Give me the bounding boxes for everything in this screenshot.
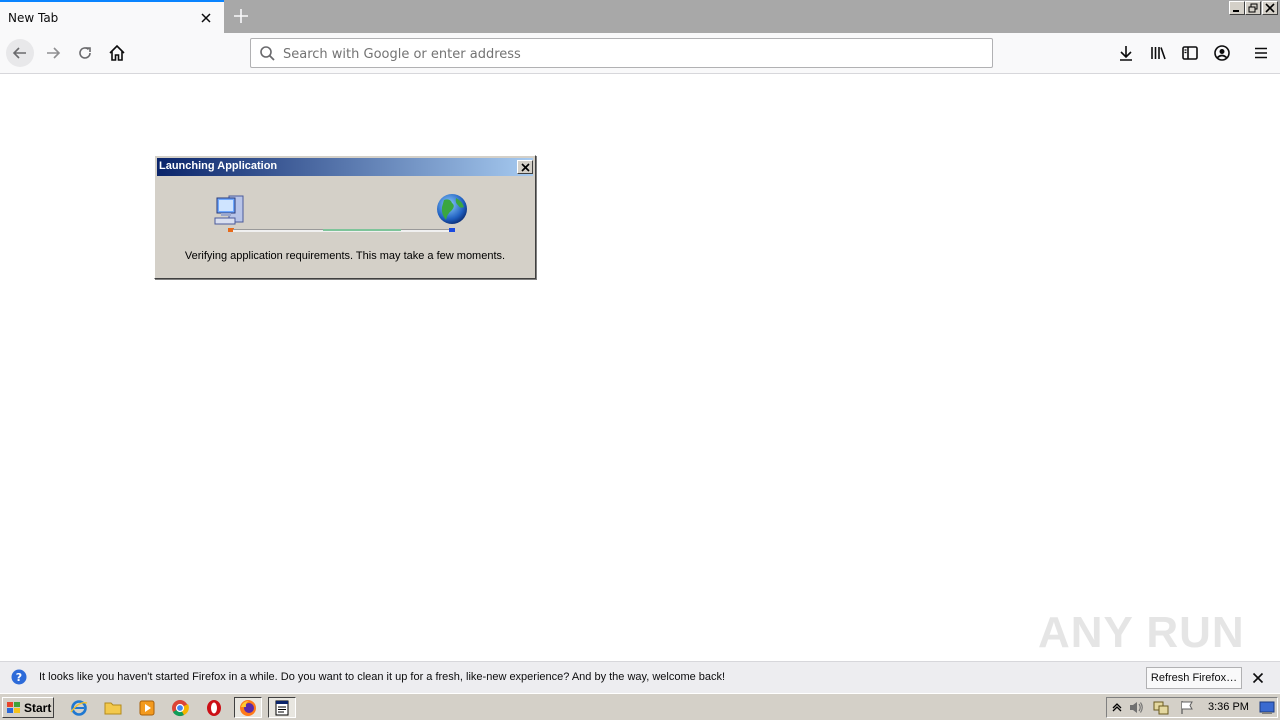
launching-application-dialog: Launching Application Verifying applicat… bbox=[154, 155, 536, 279]
url-bar[interactable] bbox=[250, 38, 993, 68]
home-button[interactable] bbox=[103, 39, 131, 67]
launcher-dialog-task[interactable] bbox=[268, 697, 296, 718]
close-icon bbox=[1265, 3, 1275, 13]
ie-icon bbox=[70, 700, 88, 716]
close-icon[interactable] bbox=[198, 10, 214, 26]
opera-icon bbox=[207, 700, 221, 716]
tray-expand-icon[interactable] bbox=[1111, 701, 1123, 713]
dialog-titlebar[interactable]: Launching Application bbox=[157, 158, 533, 176]
minimize-icon bbox=[1233, 10, 1239, 12]
question-icon: ? bbox=[11, 669, 27, 685]
globe-icon bbox=[437, 194, 467, 232]
network-icon[interactable] bbox=[1153, 700, 1169, 715]
refresh-firefox-button[interactable]: Refresh Firefox… bbox=[1146, 667, 1242, 689]
hamburger-icon bbox=[1255, 47, 1267, 59]
download-icon bbox=[1120, 46, 1132, 61]
firefox-task[interactable] bbox=[234, 697, 262, 718]
chrome-launcher[interactable] bbox=[170, 698, 190, 718]
dialog-message: Verifying application requirements. This… bbox=[184, 250, 506, 262]
reload-button[interactable] bbox=[71, 39, 99, 67]
folder-icon bbox=[104, 702, 122, 715]
reload-icon bbox=[79, 47, 91, 59]
minimize-button[interactable] bbox=[1229, 1, 1245, 15]
firefox-icon bbox=[240, 699, 256, 716]
dialog-title: Launching Application bbox=[159, 160, 278, 172]
sidebar-icon bbox=[1182, 46, 1198, 60]
media-player-launcher[interactable] bbox=[137, 698, 157, 718]
watermark: ANY RUN bbox=[1038, 608, 1245, 657]
ie-launcher[interactable] bbox=[69, 698, 89, 718]
notification-message: It looks like you haven't started Firefo… bbox=[39, 671, 726, 683]
explorer-launcher[interactable] bbox=[103, 698, 123, 718]
restore-icon bbox=[1248, 3, 1258, 13]
svg-text:?: ? bbox=[16, 671, 22, 684]
account-button[interactable] bbox=[1208, 39, 1236, 67]
system-tray bbox=[1106, 697, 1278, 718]
plus-icon[interactable] bbox=[231, 6, 251, 26]
restore-button[interactable] bbox=[1245, 1, 1261, 15]
app-window-icon bbox=[275, 700, 289, 715]
library-icon bbox=[1151, 47, 1166, 60]
tab-new-tab[interactable]: New Tab bbox=[0, 0, 224, 33]
taskbar: Start 3:36 PM bbox=[0, 693, 1280, 720]
close-icon[interactable] bbox=[1250, 670, 1266, 686]
account-icon bbox=[1214, 45, 1230, 61]
search-icon bbox=[260, 46, 275, 61]
computer-icon bbox=[214, 195, 244, 232]
flag-icon[interactable] bbox=[1179, 700, 1195, 715]
library-button[interactable] bbox=[1144, 39, 1172, 67]
forward-button[interactable] bbox=[39, 39, 67, 67]
chrome-icon bbox=[172, 700, 189, 717]
tab-title: New Tab bbox=[8, 11, 59, 25]
show-desktop-icon[interactable] bbox=[1259, 700, 1275, 715]
dialog-close-button[interactable] bbox=[517, 160, 533, 174]
clock[interactable]: 3:36 PM bbox=[1208, 701, 1249, 713]
progress-segment bbox=[323, 229, 401, 231]
home-icon bbox=[109, 44, 125, 61]
downloads-button[interactable] bbox=[1112, 39, 1140, 67]
volume-icon[interactable] bbox=[1128, 700, 1144, 715]
sidebar-button[interactable] bbox=[1176, 39, 1204, 67]
menu-button[interactable] bbox=[1247, 39, 1275, 67]
notification-bar: ? It looks like you haven't started Fire… bbox=[0, 661, 1280, 693]
window-close-button[interactable] bbox=[1262, 1, 1278, 15]
tab-strip: New Tab bbox=[0, 0, 1280, 33]
arrow-right-icon bbox=[47, 47, 61, 59]
start-button[interactable]: Start bbox=[2, 697, 54, 718]
media-player-icon bbox=[139, 700, 155, 716]
arrow-left-icon bbox=[12, 47, 26, 59]
windows-logo-icon bbox=[7, 701, 20, 713]
search-input[interactable] bbox=[281, 43, 975, 65]
back-button[interactable] bbox=[6, 39, 34, 67]
close-icon bbox=[520, 162, 530, 172]
start-label: Start bbox=[24, 700, 52, 715]
opera-launcher[interactable] bbox=[204, 698, 224, 718]
